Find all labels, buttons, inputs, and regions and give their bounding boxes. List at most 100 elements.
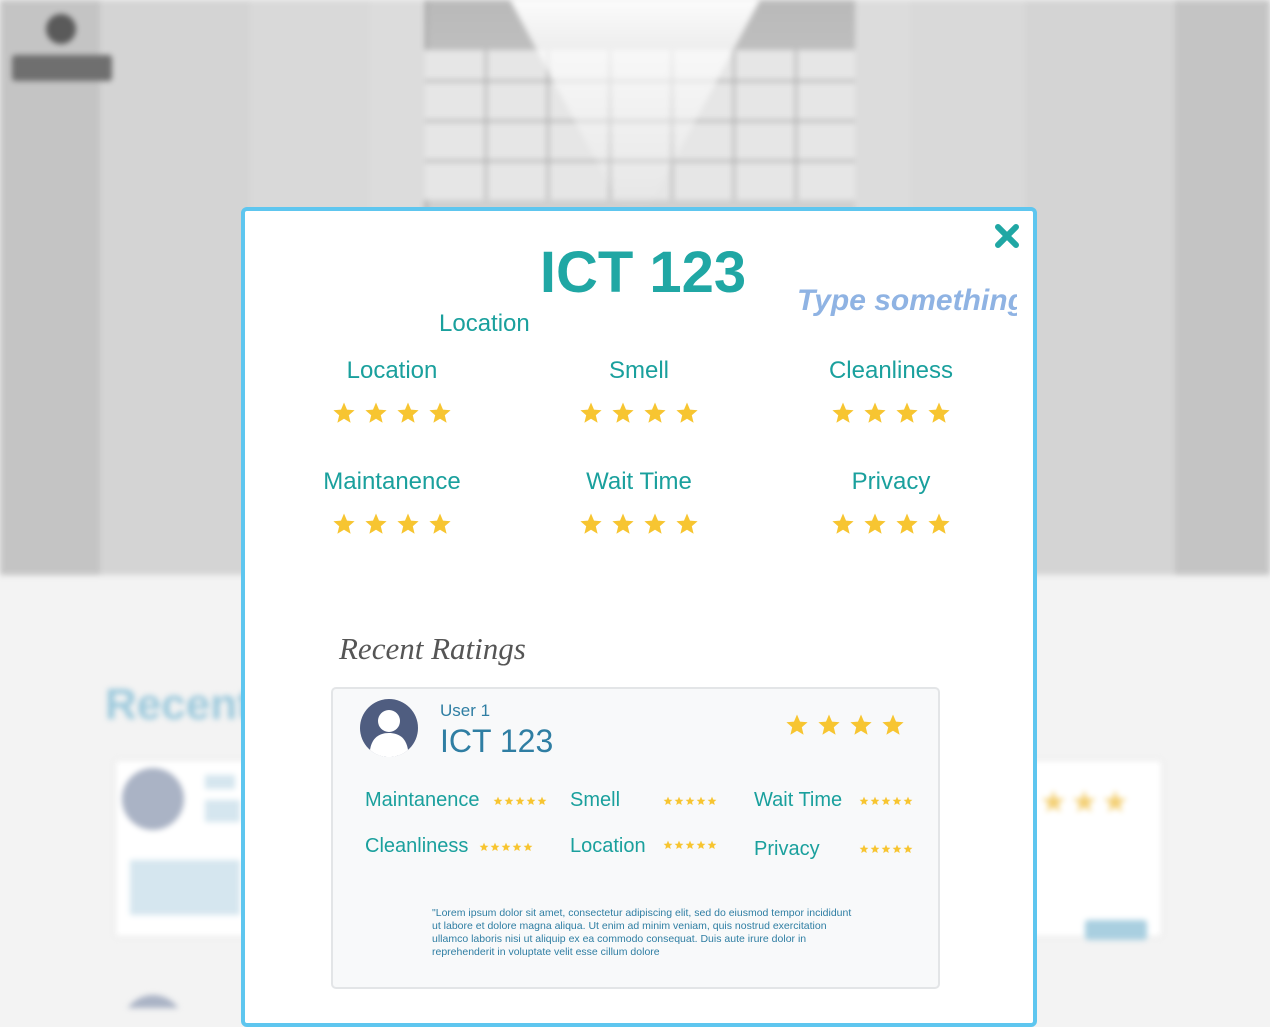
mini-rating-label: Smell: [570, 789, 621, 811]
category-label: Cleanliness: [828, 357, 954, 384]
star-icon: [870, 844, 880, 854]
star-icon: [644, 513, 666, 534]
star-icon: [892, 844, 902, 854]
star-icon: [333, 513, 355, 534]
star-icon: [864, 513, 886, 534]
star-icon: [479, 842, 489, 852]
category-label: Location: [346, 357, 438, 384]
star-icon: [903, 796, 913, 806]
star-icon: [663, 796, 673, 806]
star-icon: [903, 844, 913, 854]
category-privacy: Privacy: [791, 468, 991, 536]
mini-rating-maintanence: Maintanence: [365, 789, 480, 812]
star-icon: [537, 796, 547, 806]
star-icon: [786, 714, 808, 735]
mini-rating-label: Privacy: [754, 838, 820, 860]
star-icon: [882, 714, 904, 735]
star-icon: [333, 402, 355, 423]
mini-star-rating: [663, 796, 717, 806]
background-heading: Recent: [105, 680, 252, 729]
mini-star-rating: [859, 844, 913, 854]
star-icon: [490, 842, 500, 852]
note-input[interactable]: [797, 281, 1017, 321]
mini-rating-label: Maintanence: [365, 789, 480, 811]
category-wait-time: Wait Time: [539, 468, 739, 536]
star-icon: [881, 844, 891, 854]
mini-rating-label: Cleanliness: [365, 835, 469, 857]
mini-rating-cleanliness: Cleanliness: [365, 835, 468, 858]
star-icon: [864, 402, 886, 423]
review-user: User 1: [440, 701, 491, 720]
star-rating[interactable]: [791, 512, 991, 536]
star-icon: [397, 513, 419, 534]
mini-star-rating: [859, 796, 913, 806]
category-label: Privacy: [851, 468, 931, 495]
star-icon: [674, 840, 684, 850]
star-rating[interactable]: [292, 512, 492, 536]
star-icon: [580, 402, 602, 423]
user-avatar-icon: [360, 699, 418, 757]
star-icon: [674, 796, 684, 806]
logo: [12, 55, 112, 81]
star-icon: [676, 513, 698, 534]
mini-rating-smell: Smell: [570, 789, 620, 812]
star-icon: [832, 513, 854, 534]
star-rating[interactable]: [539, 512, 739, 536]
star-icon: [896, 513, 918, 534]
star-icon: [685, 796, 695, 806]
star-icon: [928, 513, 950, 534]
category-label: Wait Time: [586, 468, 692, 495]
review-text: "Lorem ipsum dolor sit amet, consectetur…: [432, 906, 852, 958]
star-icon: [644, 402, 666, 423]
star-rating[interactable]: [292, 401, 492, 425]
star-icon: [850, 714, 872, 735]
rating-modal: ICT 123 Location Location Smell Cleanlin…: [241, 207, 1037, 1027]
star-icon: [707, 840, 717, 850]
star-icon: [832, 402, 854, 423]
review-star-rating: [785, 713, 905, 737]
mini-rating-label: Location: [570, 835, 646, 857]
star-icon: [870, 796, 880, 806]
category-location: Location: [292, 357, 492, 425]
mini-rating-wait-time: Wait Time: [754, 789, 842, 812]
star-icon: [429, 513, 451, 534]
mini-star-rating: [493, 796, 547, 806]
star-icon: [612, 402, 634, 423]
star-icon: [696, 796, 706, 806]
star-icon: [896, 402, 918, 423]
mini-rating-label: Wait Time: [754, 789, 843, 811]
star-icon: [859, 844, 869, 854]
category-cleanliness: Cleanliness: [791, 357, 991, 425]
mini-star-rating: [663, 840, 717, 850]
star-rating[interactable]: [539, 401, 739, 425]
star-icon: [526, 796, 536, 806]
star-icon: [523, 842, 533, 852]
star-icon: [365, 513, 387, 534]
star-icon: [365, 402, 387, 423]
review-card: User 1 ICT 123 Maintanence Smell Wait Ti…: [331, 687, 940, 989]
star-icon: [493, 796, 503, 806]
category-maintanence: Maintanence: [292, 468, 492, 536]
star-rating[interactable]: [791, 401, 991, 425]
star-icon: [397, 402, 419, 423]
review-title: ICT 123: [440, 723, 554, 759]
star-icon: [928, 402, 950, 423]
star-icon: [707, 796, 717, 806]
star-icon: [859, 796, 869, 806]
mini-rating-privacy: Privacy: [754, 838, 820, 861]
star-icon: [685, 840, 695, 850]
star-icon: [580, 513, 602, 534]
category-label: Smell: [608, 357, 669, 384]
star-icon: [881, 796, 891, 806]
category-label: Maintanence: [323, 468, 461, 495]
star-icon: [892, 796, 902, 806]
star-icon: [676, 402, 698, 423]
star-icon: [515, 796, 525, 806]
mini-rating-location: Location: [570, 835, 646, 858]
category-smell: Smell: [539, 357, 739, 425]
star-icon: [512, 842, 522, 852]
recent-ratings-heading: Recent Ratings: [339, 631, 526, 666]
star-icon: [696, 840, 706, 850]
star-icon: [504, 796, 514, 806]
star-icon: [612, 513, 634, 534]
